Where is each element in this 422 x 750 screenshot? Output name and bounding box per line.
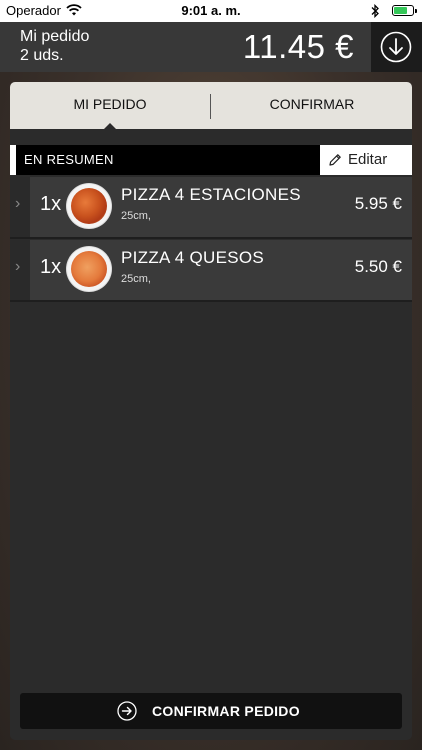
item-price: 5.50 €: [354, 257, 402, 276]
battery-icon: [392, 5, 417, 16]
item-expand-handle[interactable]: ›: [10, 240, 30, 300]
pizza-image: [67, 247, 111, 291]
summary-label: EN RESUMEN: [16, 145, 320, 175]
tab-divider: [210, 94, 211, 119]
item-size: 25cm,: [121, 273, 151, 285]
confirm-order-label: CONFIRMAR PEDIDO: [152, 703, 300, 719]
summary-bar: EN RESUMEN Editar: [10, 145, 412, 175]
item-quantity: 1x: [40, 256, 62, 278]
order-tabs: MI PEDIDO CONFIRMAR: [10, 82, 412, 129]
item-expand-handle[interactable]: ›: [10, 177, 30, 237]
status-bar: Operador 9:01 a. m.: [0, 0, 422, 22]
battery-level: [394, 7, 407, 14]
chevron-right-icon: ›: [15, 195, 21, 212]
item-name: PIZZA 4 QUESOS: [121, 248, 265, 267]
tab-confirmar[interactable]: CONFIRMAR: [212, 82, 412, 129]
arrow-right-circle-icon: [117, 701, 137, 721]
order-item[interactable]: › 1x PIZZA 4 ESTACIONES 25cm, 5.95 €: [10, 177, 412, 239]
order-total: 11.45 €: [242, 28, 354, 65]
edit-button[interactable]: Editar: [320, 145, 412, 175]
order-title: Mi pedido: [20, 28, 90, 45]
item-name: PIZZA 4 ESTACIONES: [121, 185, 301, 204]
arrow-down-circle-icon: [380, 31, 412, 63]
collapse-order-button[interactable]: [371, 22, 422, 72]
status-time: 9:01 a. m.: [181, 3, 241, 18]
pizza-image: [67, 184, 111, 228]
order-item[interactable]: › 1x PIZZA 4 QUESOS 25cm, 5.50 €: [10, 240, 412, 302]
confirm-order-button[interactable]: CONFIRMAR PEDIDO: [20, 693, 402, 729]
tab-mi-pedido[interactable]: MI PEDIDO: [10, 82, 210, 129]
item-price: 5.95 €: [354, 194, 402, 213]
order-header: Mi pedido 2 uds. 11.45 €: [0, 22, 422, 72]
order-item-count: 2 uds.: [20, 47, 64, 64]
item-quantity: 1x: [40, 193, 62, 215]
pencil-icon: [329, 154, 341, 166]
item-size: 25cm,: [121, 210, 151, 222]
chevron-right-icon: ›: [15, 258, 21, 275]
bluetooth-icon: [371, 4, 379, 18]
order-card: MI PEDIDO CONFIRMAR EN RESUMEN Editar › …: [10, 82, 412, 740]
active-tab-indicator: [104, 123, 116, 129]
edit-label: Editar: [348, 151, 388, 168]
